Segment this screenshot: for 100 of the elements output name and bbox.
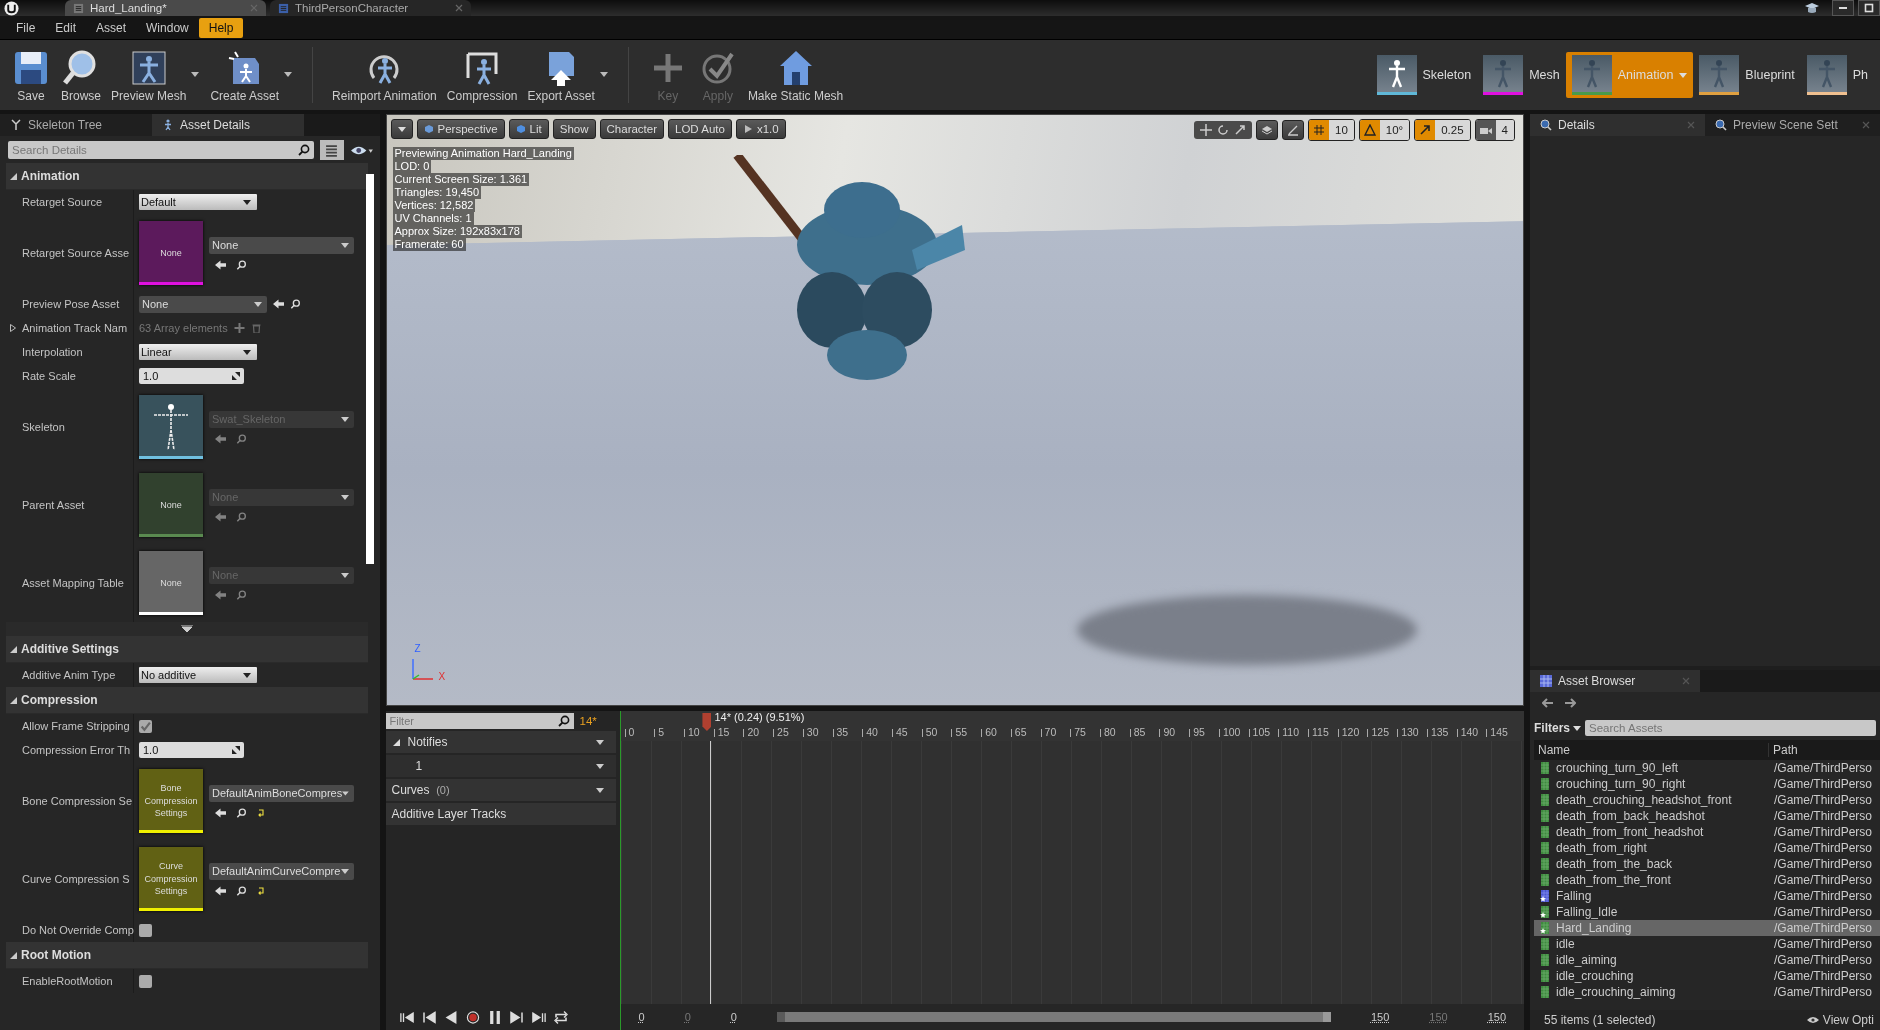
column-header[interactable]: Path [1769, 743, 1798, 757]
asset-row[interactable]: death_from_back_headshot /Game/ThirdPerso [1534, 808, 1880, 824]
toolbar-button[interactable]: Make Static Mesh [742, 45, 849, 105]
track-row[interactable]: Curves (0) [385, 779, 616, 801]
rotate-icon[interactable] [1217, 124, 1229, 136]
asset-row[interactable]: Falling_Idle /Game/ThirdPerso [1534, 904, 1880, 920]
column-header[interactable]: Name [1534, 743, 1769, 757]
view-options-button[interactable]: View Opti [1805, 1013, 1874, 1027]
asset-row[interactable]: idle /Game/ThirdPerso [1534, 936, 1880, 952]
asset-row[interactable]: idle_crouching /Game/ThirdPerso [1534, 968, 1880, 984]
expand-arrow-icon[interactable] [391, 738, 400, 746]
surface-snap-button[interactable] [1282, 120, 1304, 140]
toolbar-button[interactable]: Export Asset [522, 45, 600, 105]
dropdown-caret-icon[interactable] [284, 71, 293, 77]
toolbar-button[interactable]: Compression [441, 45, 523, 105]
snap-toggle[interactable] [1309, 120, 1329, 140]
dropdown-caret-icon[interactable] [191, 71, 200, 77]
filter-field[interactable]: Filter [385, 713, 574, 729]
search-field[interactable]: Search Assets [1585, 720, 1876, 736]
menu-item[interactable]: Help [198, 17, 244, 38]
range-value[interactable]: 0 [638, 1011, 645, 1023]
asset-row[interactable]: death_from_the_front /Game/ThirdPerso [1534, 872, 1880, 888]
maximize-button[interactable] [1858, 0, 1880, 16]
dropdown[interactable]: No additive [139, 667, 257, 683]
asset-row[interactable]: Falling /Game/ThirdPerso [1534, 888, 1880, 904]
loop-icon[interactable] [553, 1011, 568, 1024]
close-icon[interactable] [455, 4, 463, 12]
section-header[interactable]: Additive Settings [21, 642, 119, 656]
dropdown-caret-icon[interactable] [595, 739, 604, 745]
track-row[interactable]: Additive Layer Tracks [385, 803, 616, 825]
menu-item[interactable]: File [6, 17, 46, 38]
toolbar-button[interactable]: Save [6, 45, 56, 105]
record-icon[interactable] [465, 1011, 480, 1024]
range-value[interactable]: 150 [1487, 1011, 1506, 1023]
collapse-triangle-icon[interactable] [10, 696, 17, 704]
mode-button[interactable]: Blueprint [1693, 52, 1801, 98]
menu-item[interactable]: Window [136, 17, 199, 38]
transform-tools[interactable] [1194, 121, 1252, 139]
snap-toggle[interactable] [1415, 120, 1436, 140]
search-icon[interactable] [236, 885, 247, 896]
section-header[interactable]: Animation [21, 169, 80, 183]
plus-icon[interactable] [233, 323, 245, 333]
collapse-triangle-icon[interactable] [10, 951, 17, 959]
search-icon[interactable] [297, 144, 310, 156]
dropdown[interactable]: Default [139, 194, 257, 210]
move-arrows-icon[interactable] [1200, 124, 1212, 136]
dropdown-caret-icon[interactable] [599, 71, 608, 77]
section-header[interactable]: Compression [21, 693, 98, 707]
viewport-button[interactable]: Character [599, 119, 665, 139]
panel-tab[interactable]: Preview Scene Sett [1705, 114, 1880, 136]
collapse-triangle-icon[interactable] [10, 645, 17, 653]
viewport-button[interactable]: x1.0 [735, 119, 786, 139]
viewport-button[interactable]: Show [552, 119, 596, 139]
panel-tab[interactable]: Asset Browser [1530, 670, 1700, 692]
track-row[interactable]: Notifies [385, 731, 616, 753]
viewport-scene[interactable] [385, 114, 1524, 706]
checkbox[interactable] [139, 923, 152, 937]
reset-arrow-icon[interactable] [257, 808, 265, 817]
dropdown[interactable]: Linear [139, 344, 257, 360]
toolbar-button[interactable]: Preview Mesh [106, 45, 192, 105]
viewport-menu-button[interactable] [390, 119, 413, 139]
resize-arrows-icon[interactable] [232, 746, 240, 754]
search-icon[interactable] [236, 807, 247, 818]
panel-tab[interactable]: Skeleton Tree [0, 114, 152, 136]
frame-ruler[interactable]: 0 5 10 15 20 25 30 35 40 45 50 55 60 65 70 75 80 85 90 95 100 105 110 115 120 125 130 135 140 145 14* (0.24) (9.51%) [620, 711, 1524, 741]
asset-row[interactable]: death_from_the_back /Game/ThirdPerso [1534, 856, 1880, 872]
arrow-left-icon[interactable] [215, 885, 226, 896]
mode-button[interactable]: Ph [1800, 52, 1874, 98]
step-forward-icon[interactable] [509, 1011, 524, 1024]
asset-row[interactable]: crouching_turn_90_left /Game/ThirdPerso [1534, 760, 1880, 776]
asset-row[interactable]: death_crouching_headshot_front /Game/ThirdPerso [1534, 792, 1880, 808]
number-field[interactable]: 1.0 [139, 368, 244, 384]
toolbar-button[interactable]: Browse [56, 45, 106, 105]
range-value[interactable]: 150 [1370, 1011, 1390, 1023]
checkbox[interactable] [139, 974, 152, 988]
range-value[interactable]: 0 [730, 1011, 737, 1023]
step-back-icon[interactable] [421, 1011, 436, 1024]
search-field[interactable]: Search Details [8, 141, 314, 159]
checkbox[interactable] [139, 719, 152, 733]
asset-row[interactable]: Hard_Landing /Game/ThirdPerso [1534, 920, 1880, 936]
expand-more-icon[interactable] [180, 625, 193, 633]
forward-arrow-icon[interactable] [1564, 698, 1576, 708]
menu-item[interactable]: Edit [45, 17, 87, 38]
minimize-button[interactable] [1832, 0, 1854, 16]
range-scrollbar[interactable] [776, 1012, 1331, 1022]
reset-arrow-icon[interactable] [257, 886, 265, 895]
play-reverse-icon[interactable] [443, 1011, 458, 1024]
world-local-button[interactable] [1256, 120, 1278, 140]
arrow-left-icon[interactable] [215, 259, 226, 270]
asset-dropdown[interactable]: None [209, 236, 354, 254]
document-tab[interactable]: Hard_Landing* [65, 0, 266, 16]
menu-item[interactable]: Asset [86, 17, 137, 38]
search-icon[interactable] [236, 259, 247, 270]
document-tab[interactable]: ThirdPersonCharacter [270, 0, 471, 16]
mode-button[interactable]: Mesh [1477, 52, 1566, 98]
toolbar-button[interactable]: Create Asset [205, 45, 285, 105]
asset-dropdown[interactable]: DefaultAnimCurveCompre [209, 862, 354, 880]
arrow-left-icon[interactable] [273, 299, 284, 309]
asset-row[interactable]: death_from_front_headshot /Game/ThirdPerso [1534, 824, 1880, 840]
trash-icon[interactable] [250, 323, 262, 333]
